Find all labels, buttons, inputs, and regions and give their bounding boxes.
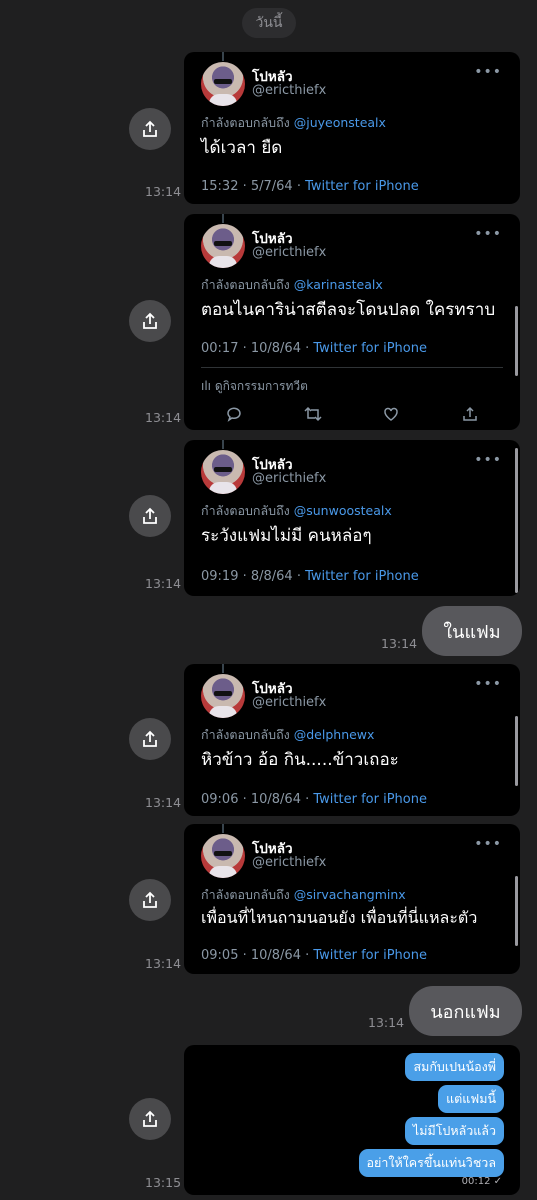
sent-time: 13:14 <box>145 184 182 199</box>
more-dots-icon[interactable]: ••• <box>474 226 502 242</box>
share-button[interactable] <box>129 1098 171 1140</box>
mention-link[interactable]: @juyeonstealx <box>294 115 386 130</box>
user-handle: @ericthiefx <box>252 83 327 98</box>
tweet-card[interactable]: โปหลัว @ericthiefx ••• กำลังตอบกลับถึง @… <box>184 52 520 204</box>
tweet-card[interactable]: โปหลัว @ericthiefx ••• กำลังตอบกลับถึง @… <box>184 214 520 430</box>
thread-line <box>222 52 224 61</box>
reply-to-line: กำลังตอบกลับถึง @delphnewx <box>201 727 375 742</box>
video-message: สมกับเปนน้องพี่ <box>405 1053 504 1081</box>
share-icon <box>143 891 157 908</box>
share-button[interactable] <box>129 495 171 537</box>
date-divider: วันนี้ <box>242 8 296 38</box>
user-handle: @ericthiefx <box>252 695 327 710</box>
share-icon <box>143 1110 157 1127</box>
tweet-meta: 15:32 · 5/7/64 · Twitter for iPhone <box>201 179 419 194</box>
source-link[interactable]: Twitter for iPhone <box>313 341 427 356</box>
reply-icon[interactable] <box>224 406 244 426</box>
tweet-meta: 09:05 · 10/8/64 · Twitter for iPhone <box>201 948 427 963</box>
scroll-indicator <box>515 876 518 946</box>
share-button[interactable] <box>129 300 171 342</box>
thread-line <box>222 664 224 673</box>
video-message: ไม่มีโปหลัวแล้ว <box>404 1117 504 1145</box>
tweet-meta: 09:19 · 8/8/64 · Twitter for iPhone <box>201 569 419 584</box>
share-icon <box>143 507 157 524</box>
message-bubble[interactable]: นอกแฟม <box>409 986 522 1036</box>
video-attachment[interactable]: สมกับเปนน้องพี่ แต่แฟมนี้ ไม่มีโปหลัวแล้… <box>184 1045 520 1195</box>
scroll-indicator <box>515 448 518 593</box>
tweet-meta: 00:17 · 10/8/64 · Twitter for iPhone <box>201 341 427 356</box>
user-handle: @ericthiefx <box>252 245 327 260</box>
tweet-activity-link[interactable]: ılı ดูกิจกรรมการทวีต <box>201 377 308 396</box>
more-dots-icon[interactable]: ••• <box>474 836 502 852</box>
share-icon <box>143 120 157 137</box>
avatar[interactable] <box>201 834 245 878</box>
mention-link[interactable]: @sirvachangminx <box>294 887 406 902</box>
sent-time: 13:14 <box>145 795 182 810</box>
avatar[interactable] <box>201 674 245 718</box>
more-dots-icon[interactable]: ••• <box>474 452 502 468</box>
tweet-text: เพื่อนที่ไหนถามนอนยัง เพื่อนที่นี่แหละตั… <box>201 908 478 927</box>
reply-to-line: กำลังตอบกลับถึง @sirvachangminx <box>201 887 406 902</box>
more-dots-icon[interactable]: ••• <box>474 64 502 80</box>
reply-to-line: กำลังตอบกลับถึง @karinastealx <box>201 277 383 292</box>
avatar[interactable] <box>201 224 245 268</box>
reply-to-line: กำลังตอบกลับถึง @sunwoostealx <box>201 503 392 518</box>
avatar[interactable] <box>201 62 245 106</box>
tweet-card[interactable]: โปหลัว @ericthiefx ••• กำลังตอบกลับถึง @… <box>184 664 520 816</box>
sent-time: 13:14 <box>145 576 182 591</box>
mention-link[interactable]: @delphnewx <box>294 727 375 742</box>
thread-line <box>222 824 224 833</box>
source-link[interactable]: Twitter for iPhone <box>305 179 419 194</box>
tweet-card[interactable]: โปหลัว @ericthiefx ••• กำลังตอบกลับถึง @… <box>184 440 520 596</box>
message-bubble[interactable]: ในแฟม <box>422 606 522 656</box>
video-message: แต่แฟมนี้ <box>438 1085 504 1113</box>
avatar[interactable] <box>201 450 245 494</box>
tweet-text: ตอนไนคาริน่าสตีลจะโดนปลด ใครทราบ <box>201 300 496 320</box>
thread-line <box>222 440 224 449</box>
tweet-text: ได้เวลา ยืด <box>201 138 283 158</box>
source-link[interactable]: Twitter for iPhone <box>305 569 419 584</box>
share-button[interactable] <box>129 879 171 921</box>
action-bar <box>224 406 480 426</box>
sent-time: 13:14 <box>368 1015 405 1030</box>
share-icon <box>143 312 157 329</box>
share-button[interactable] <box>129 718 171 760</box>
sent-time: 13:15 <box>145 1175 182 1190</box>
scroll-indicator <box>515 716 518 786</box>
share-icon <box>143 730 157 747</box>
video-message: อย่าให้ใครขึ้นแท่นวิชวล <box>358 1149 504 1177</box>
tweet-text: หิวข้าว อ้อ กิน.....ข้าวเถอะ <box>201 750 399 770</box>
sent-time: 13:14 <box>145 410 182 425</box>
like-icon[interactable] <box>381 406 401 426</box>
sent-time: 13:14 <box>381 636 418 651</box>
scroll-indicator <box>515 306 518 376</box>
share-button[interactable] <box>129 108 171 150</box>
source-link[interactable]: Twitter for iPhone <box>313 792 427 807</box>
reply-to-line: กำลังตอบกลับถึง @juyeonstealx <box>201 115 386 130</box>
sent-time: 13:14 <box>145 956 182 971</box>
user-handle: @ericthiefx <box>252 855 327 870</box>
thread-line <box>222 214 224 223</box>
divider <box>201 367 503 368</box>
retweet-icon[interactable] <box>303 406 323 426</box>
tweet-meta: 09:06 · 10/8/64 · Twitter for iPhone <box>201 792 427 807</box>
mention-link[interactable]: @sunwoostealx <box>294 503 392 518</box>
user-handle: @ericthiefx <box>252 471 327 486</box>
tweet-text: ระวังแฟมไม่มี คนหล่อๆ <box>201 526 372 546</box>
stats-icon: ılı <box>201 379 212 393</box>
video-duration: 00:12 ✓ <box>461 1176 502 1187</box>
mention-link[interactable]: @karinastealx <box>294 277 383 292</box>
more-dots-icon[interactable]: ••• <box>474 676 502 692</box>
share-tweet-icon[interactable] <box>460 406 480 426</box>
source-link[interactable]: Twitter for iPhone <box>313 948 427 963</box>
tweet-card[interactable]: โปหลัว @ericthiefx ••• กำลังตอบกลับถึง @… <box>184 824 520 974</box>
